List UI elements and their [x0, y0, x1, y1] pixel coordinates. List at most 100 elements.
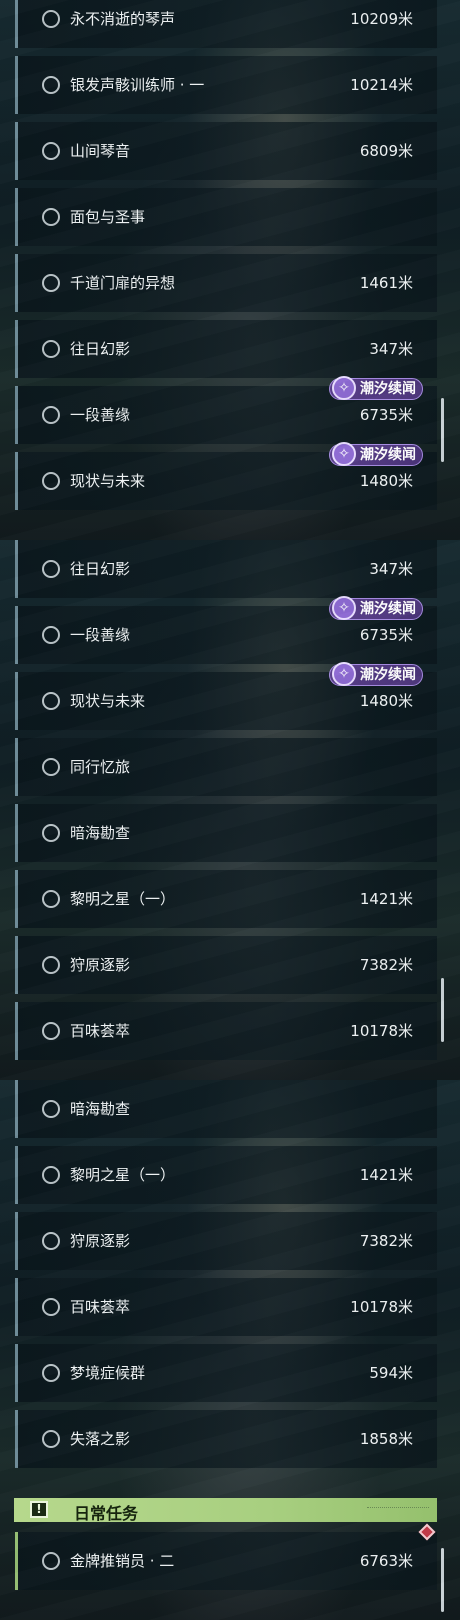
- tidal-swirl-icon: ✧: [332, 662, 356, 686]
- daily-tasks-section-header[interactable]: ! 日常任务: [14, 1498, 437, 1523]
- quest-row[interactable]: 狩原逐影 7382米: [15, 936, 437, 994]
- quest-distance: 7382米: [359, 1232, 413, 1250]
- quest-row[interactable]: 银发声骸训练师 · 一 10214米: [15, 56, 437, 114]
- quest-row[interactable]: 百味荟萃 10178米: [15, 1278, 437, 1336]
- quest-circle-icon: [42, 1232, 60, 1250]
- quest-circle-icon: [42, 1100, 60, 1118]
- quest-circle-icon: [42, 472, 60, 490]
- tidal-story-tag: ✧ 潮汐续闻: [329, 662, 423, 686]
- quest-name: 一段善缘: [70, 406, 131, 424]
- quest-row[interactable]: 往日幻影 347米: [15, 540, 437, 598]
- quest-circle-icon: [42, 692, 60, 710]
- quest-distance: 7382米: [359, 956, 413, 974]
- quest-circle-icon: [42, 1022, 60, 1040]
- quest-distance: 10209米: [350, 10, 413, 28]
- quest-circle-icon: [42, 274, 60, 292]
- quest-name: 狩原逐影: [70, 956, 131, 974]
- quest-row[interactable]: 狩原逐影 7382米: [15, 1212, 437, 1270]
- header-decoration: [367, 1507, 429, 1512]
- scrollbar[interactable]: [441, 398, 444, 462]
- quest-row[interactable]: 梦境症候群 594米: [15, 1344, 437, 1402]
- quest-row[interactable]: 往日幻影 347米: [15, 320, 437, 378]
- quest-row[interactable]: 山间琴音 6809米: [15, 122, 437, 180]
- quest-circle-icon: [42, 1364, 60, 1382]
- quest-circle-icon: [42, 824, 60, 842]
- quest-row[interactable]: 百味荟萃 10178米: [15, 1002, 437, 1060]
- section-title: 日常任务: [74, 1504, 139, 1523]
- exclamation-icon: !: [30, 1501, 48, 1518]
- quest-name: 往日幻影: [70, 340, 131, 358]
- quest-row[interactable]: 面包与圣事: [15, 188, 437, 246]
- screenshot-panel-1: 永不消逝的琴声 10209米 银发声骸训练师 · 一 10214米 山间琴音 6…: [0, 0, 460, 540]
- quest-row[interactable]: 一段善缘 6735米 ✧ 潮汐续闻: [15, 596, 437, 664]
- quest-name: 现状与未来: [70, 472, 146, 490]
- quest-distance: 10178米: [350, 1022, 413, 1040]
- quest-name: 面包与圣事: [70, 208, 146, 226]
- quest-row[interactable]: 暗海勘查: [15, 1080, 437, 1138]
- quest-row[interactable]: 现状与未来 1480米 ✧ 潮汐续闻: [15, 442, 437, 510]
- quest-circle-icon: [42, 890, 60, 908]
- quest-circle-icon: [42, 1552, 60, 1570]
- tag-label: 潮汐续闻: [360, 667, 416, 683]
- quest-row[interactable]: 千道门扉的异想 1461米: [15, 254, 437, 312]
- quest-row[interactable]: 现状与未来 1480米 ✧ 潮汐续闻: [15, 662, 437, 730]
- quest-distance: 6809米: [359, 142, 413, 160]
- quest-name: 金牌推销员 · 二: [70, 1552, 175, 1570]
- quest-circle-icon: [42, 956, 60, 974]
- quest-distance: 1858米: [359, 1430, 413, 1448]
- quest-row[interactable]: 暗海勘查: [15, 804, 437, 862]
- quest-name: 狩原逐影: [70, 1232, 131, 1250]
- quest-distance: 6735米: [359, 626, 413, 644]
- quest-row[interactable]: 失落之影 1858米: [15, 1410, 437, 1468]
- quest-row[interactable]: 同行忆旅: [15, 738, 437, 796]
- tidal-story-tag: ✧ 潮汐续闻: [329, 376, 423, 400]
- quest-circle-icon: [42, 406, 60, 424]
- quest-distance: 1421米: [359, 890, 413, 908]
- scrollbar[interactable]: [441, 978, 444, 1042]
- quest-row[interactable]: 黎明之星（一） 1421米: [15, 870, 437, 928]
- quest-circle-icon: [42, 1430, 60, 1448]
- quest-name: 现状与未来: [70, 692, 146, 710]
- quest-circle-icon: [42, 208, 60, 226]
- screenshot-panel-2: 往日幻影 347米 一段善缘 6735米 ✧ 潮汐续闻 现状与未来 1480米 ✧…: [0, 540, 460, 1080]
- quest-distance: 6735米: [359, 406, 413, 424]
- quest-distance: 1421米: [359, 1166, 413, 1184]
- quest-circle-icon: [42, 1298, 60, 1316]
- screenshot-panel-3: 暗海勘查 黎明之星（一） 1421米 狩原逐影 7382米 百味荟萃 10178…: [0, 1080, 460, 1620]
- tag-label: 潮汐续闻: [360, 601, 416, 617]
- quest-distance: 6763米: [359, 1552, 413, 1570]
- quest-circle-icon: [42, 560, 60, 578]
- quest-name: 暗海勘查: [70, 824, 131, 842]
- quest-name: 一段善缘: [70, 626, 131, 644]
- scrollbar[interactable]: [441, 1548, 444, 1612]
- tag-label: 潮汐续闻: [360, 381, 416, 397]
- quest-circle-icon: [42, 76, 60, 94]
- tidal-swirl-icon: ✧: [332, 596, 356, 620]
- quest-row[interactable]: 一段善缘 6735米 ✧ 潮汐续闻: [15, 376, 437, 444]
- quest-circle-icon: [42, 758, 60, 776]
- quest-distance: 594米: [369, 1364, 413, 1382]
- quest-distance: 1461米: [359, 274, 413, 292]
- quest-circle-icon: [42, 1166, 60, 1184]
- quest-name: 山间琴音: [70, 142, 131, 160]
- quest-name: 梦境症候群: [70, 1364, 146, 1382]
- quest-name: 同行忆旅: [70, 758, 131, 776]
- quest-name: 暗海勘查: [70, 1100, 131, 1118]
- tidal-swirl-icon: ✧: [332, 442, 356, 466]
- quest-circle-icon: [42, 10, 60, 28]
- quest-circle-icon: [42, 142, 60, 160]
- quest-row[interactable]: 永不消逝的琴声 10209米: [15, 0, 437, 48]
- tidal-story-tag: ✧ 潮汐续闻: [329, 596, 423, 620]
- tidal-story-tag: ✧ 潮汐续闻: [329, 442, 423, 466]
- quest-name: 百味荟萃: [70, 1298, 131, 1316]
- quest-distance: 10214米: [350, 76, 413, 94]
- quest-distance: 1480米: [359, 692, 413, 710]
- quest-name: 永不消逝的琴声: [70, 10, 176, 28]
- quest-name: 黎明之星（一）: [70, 1166, 176, 1184]
- quest-name: 失落之影: [70, 1430, 131, 1448]
- quest-name: 百味荟萃: [70, 1022, 131, 1040]
- tidal-swirl-icon: ✧: [332, 376, 356, 400]
- quest-distance: 347米: [369, 340, 413, 358]
- quest-row[interactable]: 黎明之星（一） 1421米: [15, 1146, 437, 1204]
- daily-quest-row[interactable]: 金牌推销员 · 二 6763米: [15, 1532, 437, 1590]
